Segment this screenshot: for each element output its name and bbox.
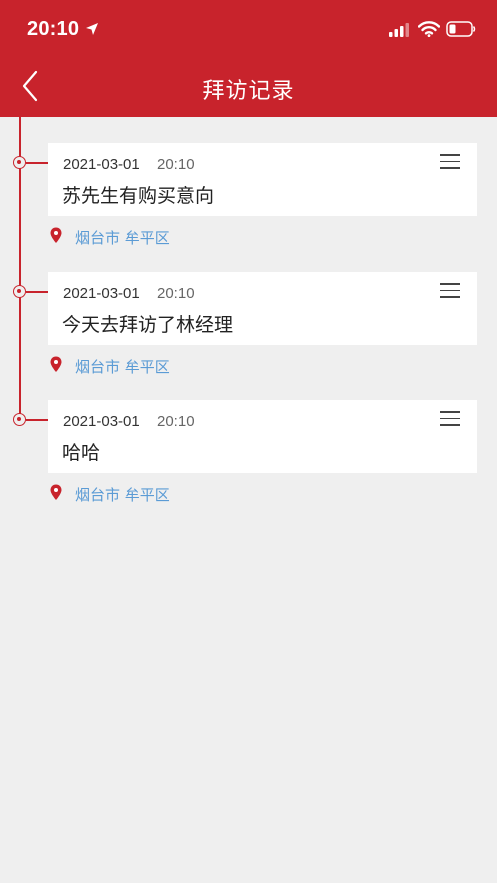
visit-date: 2021-03-01: [63, 413, 140, 430]
visit-card[interactable]: 2021-03-01 20:10 苏先生有购买意向: [48, 143, 477, 216]
wifi-icon: [418, 21, 440, 37]
visit-date: 2021-03-01: [63, 156, 140, 173]
visit-time: 20:10: [157, 285, 195, 302]
menu-icon[interactable]: [440, 283, 460, 298]
location-text: 烟台市 牟平区: [75, 358, 170, 376]
visit-time: 20:10: [157, 156, 195, 173]
location-pin-icon: [50, 484, 62, 500]
visit-entry: 2021-03-01 20:10 苏先生有购买意向 烟台市 牟平区: [0, 143, 497, 261]
visit-note: 今天去拜访了林经理: [62, 314, 234, 336]
battery-icon: [446, 21, 476, 37]
page-title: 拜访记录: [202, 79, 295, 104]
location-arrow-icon: [86, 23, 98, 35]
location-text: 烟台市 牟平区: [75, 229, 170, 247]
visit-time: 20:10: [157, 413, 195, 430]
visit-entry: 2021-03-01 20:10 哈哈 烟台市 牟平区: [0, 400, 497, 518]
timeline-connector: [26, 291, 48, 293]
visit-entry: 2021-03-01 20:10 今天去拜访了林经理 烟台市 牟平区: [0, 272, 497, 390]
cellular-signal-icon: [389, 23, 409, 37]
visit-card[interactable]: 2021-03-01 20:10 今天去拜访了林经理: [48, 272, 477, 345]
visit-card[interactable]: 2021-03-01 20:10 哈哈: [48, 400, 477, 473]
status-time: 20:10: [27, 18, 80, 40]
menu-icon[interactable]: [440, 154, 460, 169]
visit-note: 苏先生有购买意向: [62, 185, 215, 207]
visit-note: 哈哈: [62, 442, 101, 464]
location-text: 烟台市 牟平区: [75, 486, 170, 504]
location-pin-icon: [50, 356, 62, 372]
header: 20:10 拜访记录: [0, 0, 497, 117]
location-pin-icon: [50, 227, 62, 243]
menu-icon[interactable]: [440, 411, 460, 426]
visit-date: 2021-03-01: [63, 285, 140, 302]
timeline-node: [13, 413, 26, 426]
timeline-connector: [26, 419, 48, 421]
timeline-node: [13, 156, 26, 169]
timeline-connector: [26, 162, 48, 164]
timeline-node: [13, 285, 26, 298]
app-root: 20:10 拜访记录 2021-03-01 20:10 苏先生有购买意向 烟台市…: [0, 0, 497, 883]
